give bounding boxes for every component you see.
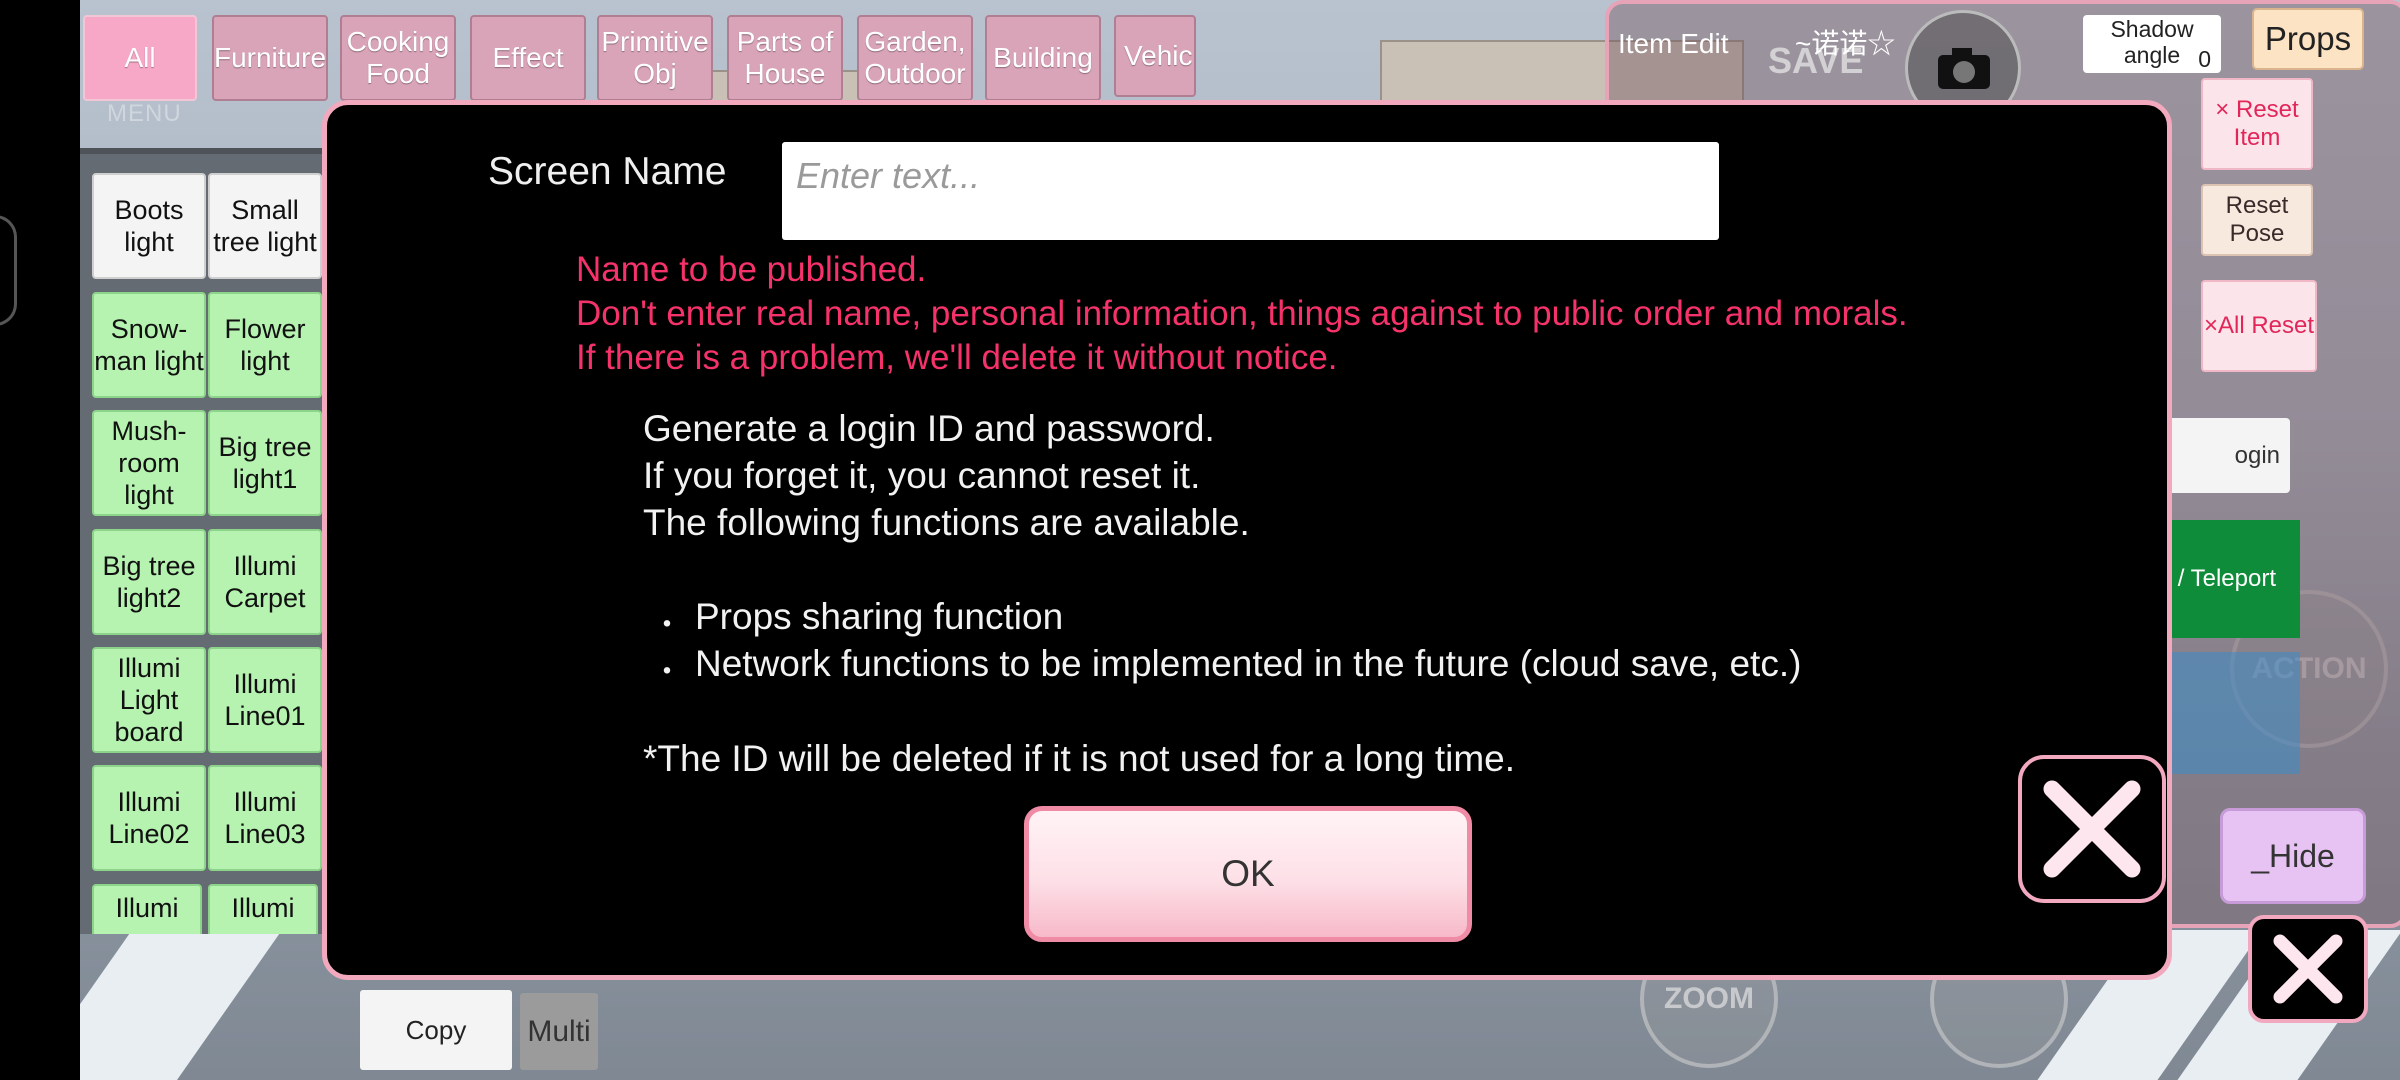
item-illumi-line03[interactable]: Illumi Line03 xyxy=(208,765,322,871)
info-line: If you forget it, you cannot reset it. xyxy=(643,455,1201,496)
item-mushroom-light[interactable]: Mush-room light xyxy=(92,410,206,516)
item-big-tree-light2[interactable]: Big tree light2 xyxy=(92,529,206,635)
reset-pose-button[interactable]: Reset Pose xyxy=(2201,184,2313,256)
warning-line: Name to be published. xyxy=(576,250,927,289)
item-flower-light[interactable]: Flower light xyxy=(208,292,322,398)
copy-button[interactable]: Copy xyxy=(360,990,512,1070)
shadow-angle-button[interactable]: Shadow angle 0 xyxy=(2083,15,2221,73)
item-illumi-line02[interactable]: Illumi Line02 xyxy=(92,765,206,871)
close-panel-button[interactable] xyxy=(2248,915,2368,1023)
item-small-tree-light[interactable]: Small tree light xyxy=(208,173,322,279)
item-boots-light[interactable]: Boots light xyxy=(92,173,206,279)
hide-button[interactable]: _Hide xyxy=(2220,808,2366,904)
warning-line: Don't enter real name, personal informat… xyxy=(576,294,1908,333)
tab-effect[interactable]: Effect xyxy=(470,15,586,101)
info-line: The following functions are available. xyxy=(643,502,1250,543)
all-reset-button[interactable]: ×All Reset xyxy=(2201,280,2317,372)
item-list-panel[interactable]: Boots light Small tree light Snow-man li… xyxy=(80,148,330,934)
info-line: Generate a login ID and password. xyxy=(643,408,1215,449)
shadow-angle-value: 0 xyxy=(2198,46,2211,72)
tab-parts-of-house[interactable]: Parts of House xyxy=(727,15,843,101)
tab-primitive-obj[interactable]: Primitive Obj xyxy=(597,15,713,101)
item-edit-label[interactable]: Item Edit xyxy=(1618,28,1728,60)
close-icon xyxy=(2043,780,2141,878)
warning-line: If there is a problem, we'll delete it w… xyxy=(576,338,1338,377)
left-system-bar xyxy=(0,0,80,1080)
color-panel xyxy=(2160,652,2300,774)
side-handle[interactable] xyxy=(0,215,17,326)
deletion-note: *The ID will be deleted if it is not use… xyxy=(643,738,1515,779)
tab-garden-outdoor[interactable]: Garden, Outdoor xyxy=(857,15,973,101)
zoom-label: ZOOM xyxy=(1664,982,1754,1015)
menu-label[interactable]: MENU xyxy=(107,100,182,128)
screen-name-input[interactable] xyxy=(782,142,1719,240)
close-icon xyxy=(2273,934,2343,1004)
bullet-item: Network functions to be implemented in t… xyxy=(695,643,1802,684)
player-name: ~诺诺☆ xyxy=(1795,28,1896,59)
screen-name-label: Screen Name xyxy=(488,150,727,193)
ok-button[interactable]: OK xyxy=(1024,806,1472,942)
bullet-dot: ・ xyxy=(652,609,682,642)
item-illumi[interactable]: Illumi xyxy=(92,884,202,934)
shadow-angle-label: Shadow angle xyxy=(2110,16,2194,68)
item-illumi[interactable]: Illumi xyxy=(208,884,318,934)
close-dialog-button[interactable] xyxy=(2018,755,2166,903)
bullet-dot: ・ xyxy=(652,656,682,689)
tab-cooking-food[interactable]: Cooking Food xyxy=(340,15,456,101)
reset-item-button[interactable]: × Reset Item xyxy=(2201,78,2313,170)
item-snowman-light[interactable]: Snow-man light xyxy=(92,292,206,398)
item-big-tree-light1[interactable]: Big tree light1 xyxy=(208,410,322,516)
tab-vehicle[interactable]: Vehic xyxy=(1114,15,1196,97)
tab-all[interactable]: All xyxy=(83,15,197,101)
multi-button[interactable]: Multi xyxy=(520,993,598,1070)
tab-furniture[interactable]: Furniture xyxy=(212,15,328,101)
item-illumi-light-board[interactable]: Illumi Light board xyxy=(92,647,206,753)
item-illumi-carpet[interactable]: Illumi Carpet xyxy=(208,529,322,635)
props-button[interactable]: Props xyxy=(2252,8,2364,70)
bullet-item: Props sharing function xyxy=(695,596,1064,637)
item-illumi-line01[interactable]: Illumi Line01 xyxy=(208,647,322,753)
tab-building[interactable]: Building xyxy=(985,15,1101,101)
